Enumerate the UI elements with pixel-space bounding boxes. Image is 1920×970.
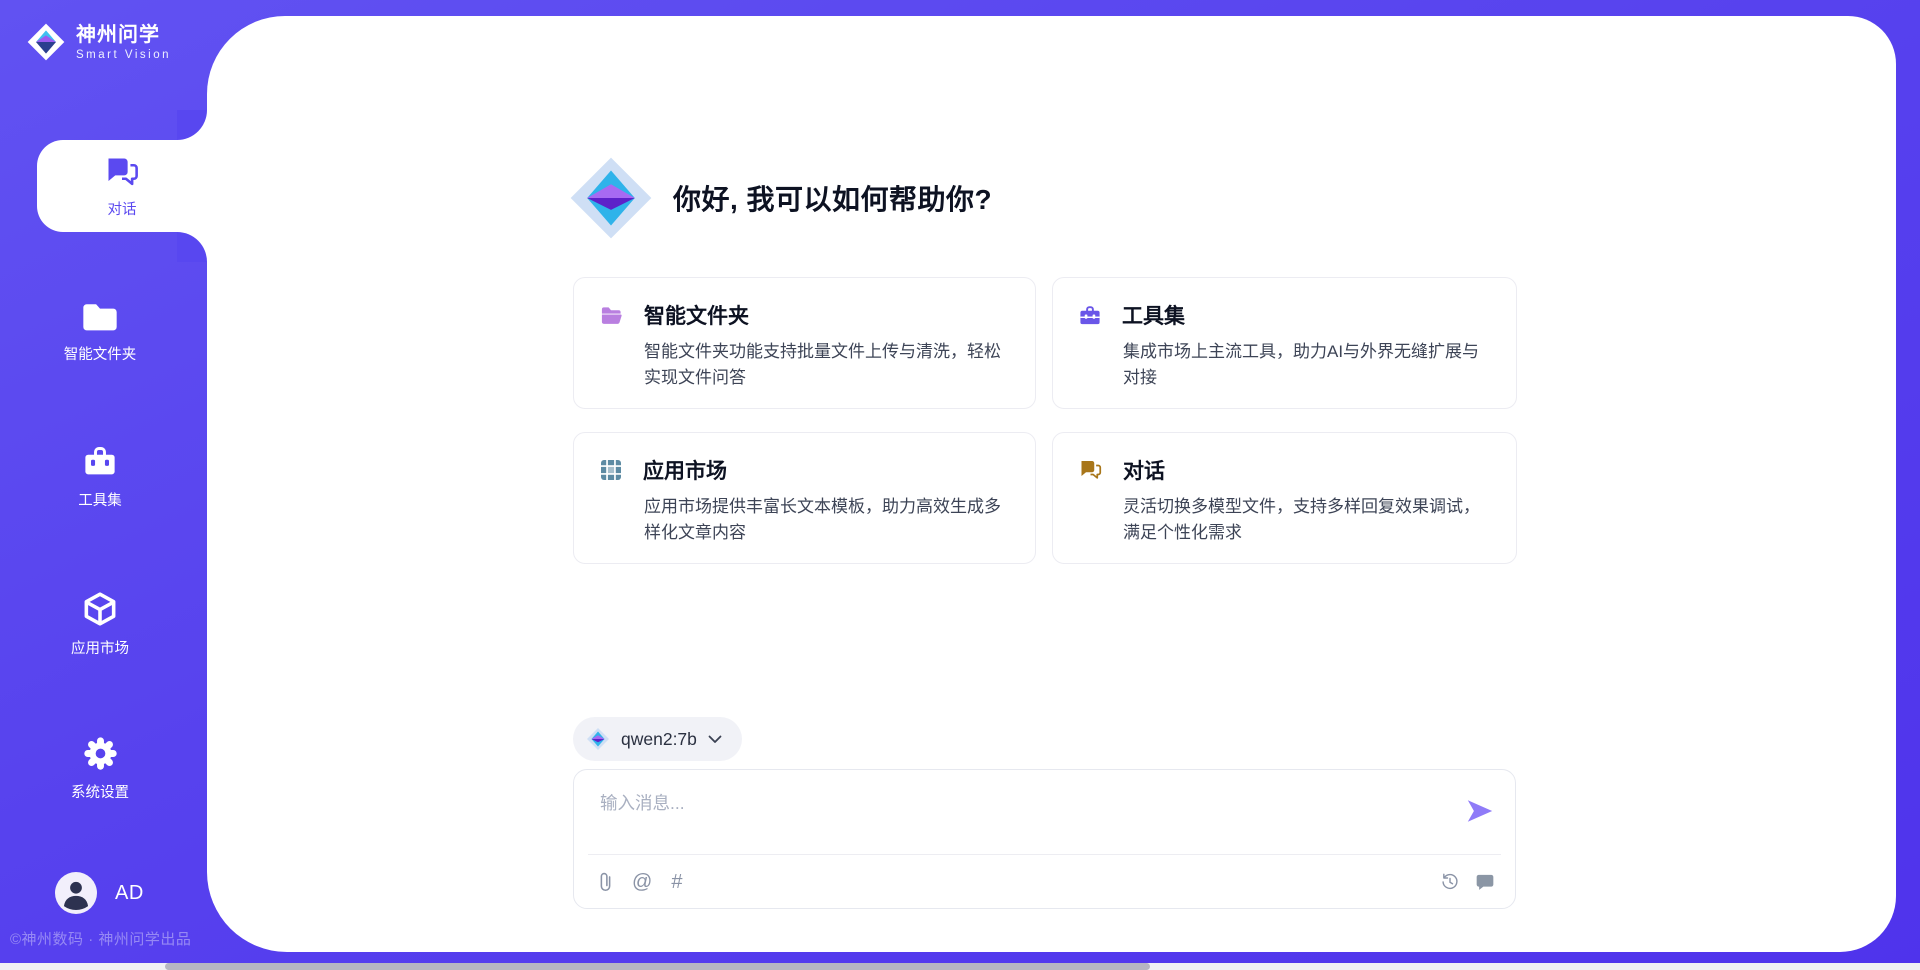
card-title: 对话 [1123,455,1165,485]
card-title: 应用市场 [643,455,727,485]
card-app-market[interactable]: 应用市场 应用市场提供丰富长文本模板，助力高效生成多样化文章内容 [573,432,1036,564]
brand-subtitle: Smart Vision [76,49,171,61]
hashtag-button[interactable]: # [671,872,682,892]
sidebar-item-toolset[interactable]: 工具集 [0,444,200,510]
sidebar-item-app-market[interactable]: 应用市场 [0,590,200,658]
gear-icon [82,735,119,772]
greeting-logo-icon [567,154,655,242]
main-content: 你好, 我可以如何帮助你? 智能文件夹 智能文件夹功能支持批量文件上传与清洗，轻… [207,16,1896,952]
user-initials: AD [115,882,144,905]
composer-divider [588,854,1501,855]
message-composer: @ # [573,769,1516,909]
composer-toolbar: @ # [598,862,1495,902]
chat-bubble-button[interactable] [1475,872,1495,892]
sidebar-item-label: 对话 [108,198,137,219]
card-header: 工具集 [1078,300,1490,330]
card-toolset[interactable]: 工具集 集成市场上主流工具，助力AI与外界无缝扩展与对接 [1052,277,1517,409]
greeting: 你好, 我可以如何帮助你? [567,154,992,242]
feature-cards: 智能文件夹 智能文件夹功能支持批量文件上传与清洗，轻松实现文件问答 工具集 集成… [573,277,1517,564]
avatar [55,872,97,914]
card-description: 应用市场提供丰富长文本模板，助力高效生成多样化文章内容 [644,494,1009,545]
card-header: 对话 [1078,455,1490,485]
paperclip-icon [598,871,613,893]
greeting-text: 你好, 我可以如何帮助你? [673,178,992,218]
chat-bubbles-icon [1078,458,1103,482]
active-tab-top-curve [177,110,207,140]
active-tab-bottom-curve [177,232,207,262]
sidebar-footer: ©神州数码 · 神州问学出品 [10,928,200,949]
card-description: 集成市场上主流工具，助力AI与外界无缝扩展与对接 [1123,339,1490,390]
horizontal-scrollbar-thumb[interactable] [165,963,1150,970]
mention-button[interactable]: @ [632,872,652,892]
brand-name: 神州问学 [76,24,171,46]
model-logo-icon [586,727,610,751]
toolbox-icon [1078,304,1102,327]
chat-bubble-icon [1475,872,1495,892]
toolbox-icon [81,444,119,480]
sidebar-item-chat[interactable]: 对话 [37,140,207,232]
grid-icon [599,458,623,482]
card-chat[interactable]: 对话 灵活切换多模型文件，支持多样回复效果调试，满足个性化需求 [1052,432,1517,564]
card-title: 智能文件夹 [644,300,749,330]
card-description: 智能文件夹功能支持批量文件上传与清洗，轻松实现文件问答 [644,339,1009,390]
sidebar-item-label: 智能文件夹 [64,343,137,364]
attach-file-button[interactable] [598,871,613,893]
brand-logo-icon [26,22,66,62]
card-description: 灵活切换多模型文件，支持多样回复效果调试，满足个性化需求 [1123,494,1490,545]
sidebar-item-settings[interactable]: 系统设置 [0,735,200,802]
composer-left-tools: @ # [598,871,682,893]
sidebar-item-smart-folder[interactable]: 智能文件夹 [0,300,200,364]
card-header: 智能文件夹 [599,300,1009,330]
brand-text: 神州问学 Smart Vision [76,24,171,61]
history-icon [1440,872,1460,892]
sidebar-item-label: 应用市场 [71,637,129,658]
card-header: 应用市场 [599,455,1009,485]
brand: 神州问学 Smart Vision [26,22,171,62]
user-account[interactable]: AD [55,872,144,914]
send-button[interactable] [1465,796,1495,826]
chat-icon [103,154,141,190]
composer-right-tools [1440,872,1495,892]
folder-icon [80,300,120,334]
sidebar-item-label: 工具集 [78,489,122,510]
cube-icon [80,590,120,628]
folder-open-icon [599,304,624,327]
chevron-down-icon [708,735,722,744]
sidebar: 神州问学 Smart Vision 对话 智能文件夹 [0,0,207,970]
send-icon [1465,796,1495,826]
message-input[interactable] [598,788,1442,848]
model-selector[interactable]: qwen2:7b [573,717,742,761]
sidebar-item-label: 系统设置 [71,781,129,802]
card-title: 工具集 [1122,300,1185,330]
history-button[interactable] [1440,872,1460,892]
card-smart-folder[interactable]: 智能文件夹 智能文件夹功能支持批量文件上传与清洗，轻松实现文件问答 [573,277,1036,409]
model-name: qwen2:7b [621,729,697,750]
